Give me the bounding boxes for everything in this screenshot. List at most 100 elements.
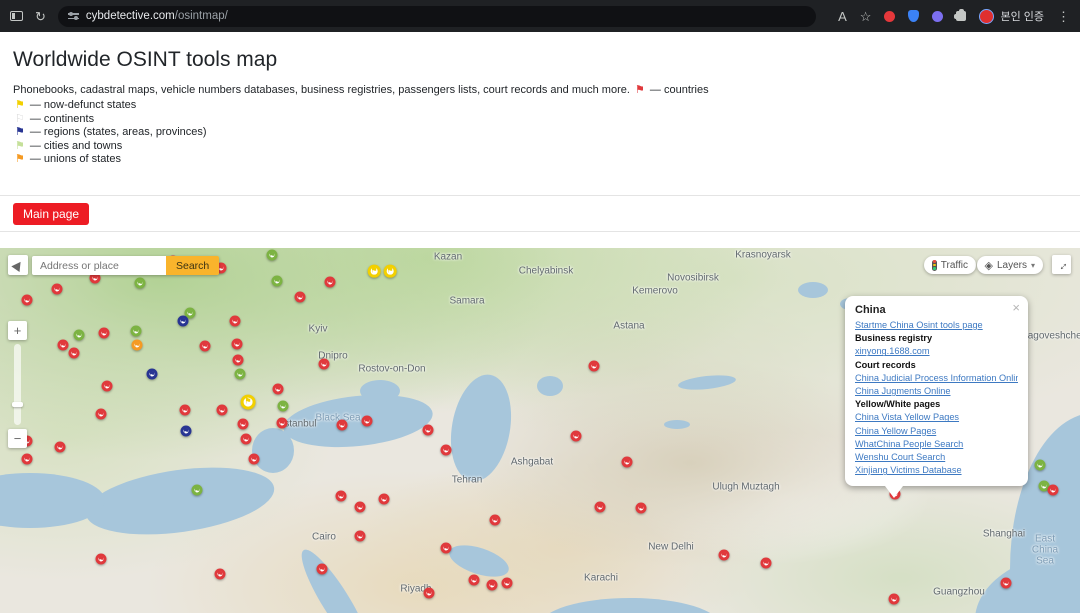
map-marker[interactable]: ⚑ — [54, 441, 66, 453]
map-marker[interactable]: ⚑ — [336, 419, 348, 431]
map-marker[interactable]: ⚑ — [199, 340, 211, 352]
popup-link[interactable]: China Judicial Process Information Onlin… — [855, 372, 1018, 385]
map-marker[interactable]: ⚑ — [760, 557, 772, 569]
map-marker[interactable]: ⚑ — [98, 327, 110, 339]
map-marker[interactable]: ⚑ — [367, 264, 381, 278]
map-marker[interactable]: ⚑ — [248, 453, 260, 465]
map-marker[interactable]: ⚑ — [570, 430, 582, 442]
map-marker[interactable]: ⚑ — [101, 380, 113, 392]
map-marker[interactable]: ⚑ — [621, 456, 633, 468]
map-marker[interactable]: ⚑ — [501, 577, 513, 589]
popup-link[interactable]: Wenshu Court Search — [855, 451, 1018, 464]
map-marker[interactable]: ⚑ — [95, 408, 107, 420]
map-marker[interactable]: ⚑ — [214, 568, 226, 580]
site-settings-icon[interactable] — [67, 12, 79, 20]
popup-link[interactable]: China Jugments Online — [855, 385, 1018, 398]
map-marker[interactable]: ⚑ — [1000, 577, 1012, 589]
map-marker[interactable]: ⚑ — [1047, 484, 1059, 496]
map-marker[interactable]: ⚑ — [229, 315, 241, 327]
map-marker[interactable]: ⚑ — [1034, 459, 1046, 471]
menu-kebab-icon[interactable]: ⋮ — [1057, 10, 1070, 23]
map-marker[interactable]: ⚑ — [271, 275, 283, 287]
map-marker[interactable]: ⚑ — [440, 542, 452, 554]
map-marker[interactable]: ⚑ — [486, 579, 498, 591]
map-marker[interactable]: ⚑ — [888, 593, 900, 605]
map-marker[interactable]: ⚑ — [240, 433, 252, 445]
map-marker[interactable]: ⚑ — [588, 360, 600, 372]
refresh-icon[interactable]: ↻ — [35, 10, 46, 23]
map-marker[interactable]: ⚑ — [423, 587, 435, 599]
map-marker[interactable]: ⚑ — [234, 368, 246, 380]
map-marker[interactable]: ⚑ — [177, 315, 189, 327]
map-marker[interactable]: ⚑ — [57, 339, 69, 351]
map-marker[interactable]: ⚑ — [95, 553, 107, 565]
map-marker[interactable]: ⚑ — [276, 417, 288, 429]
profile-chip[interactable]: 본인 인증 — [979, 8, 1044, 24]
map-marker[interactable]: ⚑ — [232, 354, 244, 366]
map-marker[interactable]: ⚑ — [266, 249, 278, 261]
popup-link[interactable]: Startme China Osint tools page — [855, 319, 1018, 332]
popup-link[interactable]: xinyong.1688.com — [855, 345, 1018, 358]
zoom-out-button[interactable]: − — [8, 429, 27, 448]
zoom-slider-handle[interactable] — [12, 402, 23, 407]
map-marker[interactable]: ⚑ — [361, 415, 373, 427]
fullscreen-button[interactable]: ↔ — [1052, 255, 1071, 274]
map-marker[interactable]: ⚑ — [468, 574, 480, 586]
map-marker[interactable]: ⚑ — [231, 338, 243, 350]
layers-dropdown[interactable]: ◈ Layers ▾ — [976, 256, 1043, 274]
map-marker[interactable]: ⚑ — [324, 276, 336, 288]
map-marker[interactable]: ⚑ — [134, 277, 146, 289]
map-marker[interactable]: ⚑ — [422, 424, 434, 436]
popup-link[interactable]: Xinjiang Victims Database — [855, 464, 1018, 477]
map-marker[interactable]: ⚑ — [191, 484, 203, 496]
map-marker[interactable]: ⚑ — [489, 514, 501, 526]
popup-link[interactable]: China Vista Yellow Pages — [855, 411, 1018, 424]
extension-purple-icon[interactable] — [932, 10, 944, 22]
osint-map[interactable]: Kazan Chelyabinsk Novosibirsk Kemerovo Krasn… — [0, 248, 1080, 613]
search-button[interactable]: Search — [166, 256, 220, 275]
extension-red-icon[interactable] — [884, 10, 896, 22]
map-marker[interactable]: ⚑ — [316, 563, 328, 575]
my-location-button[interactable] — [8, 255, 28, 275]
map-marker[interactable]: ⚑ — [73, 329, 85, 341]
map-marker[interactable]: ⚑ — [68, 347, 80, 359]
address-bar[interactable]: cybdetective.com/osintmap/ — [57, 5, 816, 27]
map-marker[interactable]: ⚑ — [318, 358, 330, 370]
bookmark-star-icon[interactable]: ☆ — [860, 10, 872, 23]
extensions-puzzle-icon[interactable] — [953, 8, 967, 21]
popup-link[interactable]: China Yellow Pages — [855, 425, 1018, 438]
map-marker[interactable]: ⚑ — [594, 501, 606, 513]
map-marker[interactable]: ⚑ — [718, 549, 730, 561]
map-marker[interactable]: ⚑ — [131, 339, 143, 351]
map-marker[interactable]: ⚑ — [440, 444, 452, 456]
main-page-button[interactable]: Main page — [13, 202, 90, 225]
map-marker[interactable]: ⚑ — [354, 501, 366, 513]
map-marker[interactable]: ⚑ — [635, 502, 647, 514]
map-marker[interactable]: ⚑ — [146, 368, 158, 380]
translate-icon[interactable]: A — [838, 10, 847, 23]
extension-shield-icon[interactable] — [908, 10, 920, 22]
map-marker[interactable]: ⚑ — [180, 425, 192, 437]
zoom-in-button[interactable]: + — [8, 321, 27, 340]
close-icon[interactable]: × — [1012, 301, 1020, 314]
popup-link[interactable]: WhatChina People Search — [855, 438, 1018, 451]
map-marker[interactable]: ⚑ — [354, 530, 366, 542]
map-marker[interactable]: ⚑ — [240, 394, 256, 410]
side-panel-icon[interactable] — [10, 11, 23, 21]
map-marker[interactable]: ⚑ — [294, 291, 306, 303]
map-marker[interactable]: ⚑ — [383, 264, 397, 278]
map-marker[interactable]: ⚑ — [179, 404, 191, 416]
map-marker[interactable]: ⚑ — [21, 453, 33, 465]
zoom-slider[interactable] — [12, 344, 23, 425]
map-marker[interactable]: ⚑ — [277, 400, 289, 412]
map-marker[interactable]: ⚑ — [335, 490, 347, 502]
map-marker[interactable]: ⚑ — [378, 493, 390, 505]
traffic-toggle[interactable]: Traffic — [923, 256, 976, 274]
map-marker[interactable]: ⚑ — [237, 418, 249, 430]
map-marker[interactable]: ⚑ — [51, 283, 63, 295]
search-input[interactable] — [32, 256, 166, 275]
map-marker[interactable]: ⚑ — [21, 294, 33, 306]
map-marker[interactable]: ⚑ — [216, 404, 228, 416]
map-marker[interactable]: ⚑ — [272, 383, 284, 395]
map-marker[interactable]: ⚑ — [130, 325, 142, 337]
